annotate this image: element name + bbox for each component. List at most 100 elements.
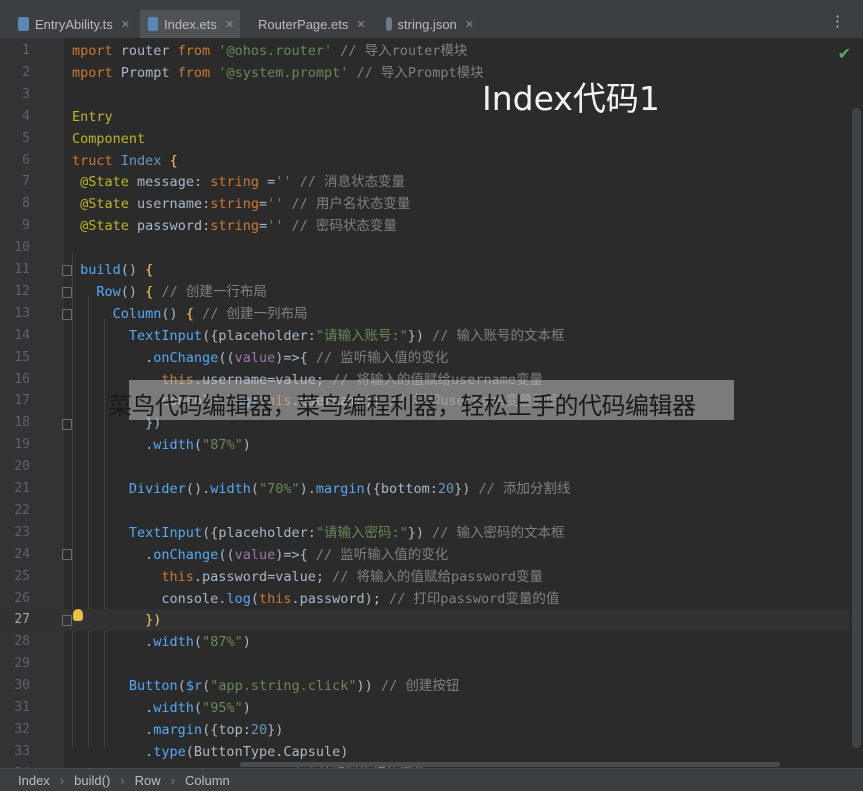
editor-tab-bar: EntryAbility.ts ✕ Index.ets ✕ RouterPage…	[0, 0, 863, 40]
code-text: .onChange((value)=>{ // 监听输入值的变化	[72, 546, 449, 563]
lightbulb-icon[interactable]	[73, 609, 83, 621]
overlay-caption: 菜鸟代码编辑器，菜鸟编程利器，轻松上手的代码编辑器	[108, 392, 696, 420]
code-line[interactable]: 13 Column() { // 创建一列布局	[0, 303, 863, 325]
code-text: Component	[72, 130, 146, 147]
code-text: .onChange((value)=>{ // 监听输入值的变化	[72, 349, 449, 366]
chevron-right-icon: ›	[120, 772, 125, 788]
tab-entryability[interactable]: EntryAbility.ts ✕	[10, 10, 136, 38]
fold-marker-icon[interactable]	[62, 615, 72, 626]
breadcrumb-item[interactable]: Column	[185, 773, 230, 788]
code-line[interactable]: 26 console.log(this.password); // 打印pass…	[0, 588, 863, 610]
breadcrumb-item[interactable]: build()	[74, 773, 110, 788]
line-number: 21	[14, 481, 30, 496]
code-line[interactable]: 11 build() {	[0, 259, 863, 281]
code-text: TextInput({placeholder:"请输入密码:"}) // 输入密…	[128, 524, 565, 541]
code-text: @State password:string='' // 密码状态变量	[80, 218, 397, 235]
code-line[interactable]: 12 Row() { // 创建一行布局	[0, 281, 863, 303]
line-number: 26	[14, 590, 30, 606]
line-number: 2	[22, 64, 30, 80]
code-line[interactable]: 21 Divider().width("70%").margin({bottom…	[0, 478, 863, 500]
fold-marker-icon[interactable]	[62, 419, 72, 430]
line-number: 1	[22, 43, 30, 58]
line-number: 14	[14, 327, 30, 343]
code-line[interactable]: 1 mport router from '@ohos.router' // 导入r…	[0, 40, 863, 62]
code-text: Entry	[72, 108, 113, 125]
code-line[interactable]: 19 .width("87%")	[0, 434, 863, 456]
close-icon[interactable]: ✕	[225, 18, 234, 31]
line-number: 19	[14, 437, 30, 453]
code-text: mport router from '@ohos.router' // 导入ro…	[72, 43, 468, 59]
line-number: 9	[22, 218, 30, 234]
fold-marker-icon[interactable]	[62, 549, 72, 560]
tab-string-json[interactable]: string.json ✕	[378, 10, 480, 38]
code-line[interactable]: 14 TextInput({placeholder:"请输入账号:"}) // …	[0, 325, 863, 347]
line-number: 30	[14, 678, 30, 694]
line-number: 16	[14, 371, 30, 387]
chevron-right-icon: ›	[170, 772, 175, 788]
code-line[interactable]: 28 .width("87%")	[0, 631, 863, 653]
code-line[interactable]: 7 @State message: string ='' // 消息状态变量	[0, 171, 863, 193]
code-line[interactable]: 30 Button($r("app.string.click")) // 创建按…	[0, 675, 863, 697]
code-text: Button($r("app.string.click")) // 创建按钮	[128, 678, 460, 695]
fold-marker-icon[interactable]	[62, 265, 72, 276]
code-text: .width("87%")	[72, 437, 251, 454]
code-line[interactable]: 20	[0, 456, 863, 478]
line-number: 11	[14, 262, 30, 277]
tab-label: Index.ets	[164, 16, 217, 32]
line-number: 22	[14, 502, 30, 518]
code-line[interactable]: 15 .onChange((value)=>{ // 监听输入值的变化	[0, 347, 863, 369]
tab-label: RouterPage.ets	[258, 16, 349, 32]
tab-routerpage[interactable]: RouterPage.ets ✕	[244, 10, 368, 38]
breadcrumb-item[interactable]: Index	[18, 773, 50, 788]
fold-marker-icon[interactable]	[62, 287, 72, 298]
code-line[interactable]: 8 @State username:string='' // 用户名状态变量	[0, 193, 863, 215]
code-line[interactable]: 33 .type(ButtonType.Capsule)	[0, 741, 863, 763]
line-number: 24	[14, 546, 30, 562]
more-tabs-icon[interactable]: ⋮	[830, 12, 845, 30]
line-number: 13	[14, 305, 30, 321]
code-text: .type(ButtonType.Capsule)	[72, 743, 349, 760]
code-text: Column() { // 创建一列布局	[112, 305, 308, 322]
code-line[interactable]: 5 Component	[0, 128, 863, 150]
code-line[interactable]: 25 this.password=value; // 将输入的值赋给passwo…	[0, 566, 863, 588]
breadcrumb-item[interactable]: Row	[135, 773, 161, 788]
line-number: 28	[14, 634, 30, 650]
code-line[interactable]: 2 mport Prompt from '@system.prompt' // 导…	[0, 62, 863, 84]
breadcrumb: Index › build() › Row › Column	[0, 768, 863, 791]
code-line[interactable]: 31 .width("95%")	[0, 697, 863, 719]
json-file-icon	[386, 17, 392, 31]
code-line[interactable]: 3	[0, 84, 863, 106]
horizontal-scrollbar[interactable]	[240, 762, 780, 767]
code-text: console.log(this.password); // 打印passwor…	[72, 590, 560, 607]
fold-marker-icon[interactable]	[62, 309, 72, 320]
line-number: 18	[14, 415, 30, 431]
code-line[interactable]: 4 Entry	[0, 106, 863, 128]
code-text: .width("87%")	[72, 634, 251, 651]
vertical-scrollbar[interactable]	[849, 38, 863, 768]
line-number: 23	[14, 524, 30, 540]
code-line[interactable]: 27 })	[0, 609, 863, 632]
code-line[interactable]: 23 TextInput({placeholder:"请输入密码:"}) // …	[0, 522, 863, 544]
code-line[interactable]: 22	[0, 500, 863, 522]
close-icon[interactable]: ✕	[465, 18, 474, 31]
line-number: 29	[14, 656, 30, 672]
code-line[interactable]: 29	[0, 653, 863, 675]
scrollbar-thumb[interactable]	[852, 108, 861, 748]
line-number: 31	[14, 700, 30, 715]
code-text: Row() { // 创建一行布局	[96, 283, 267, 300]
code-line[interactable]: 24 .onChange((value)=>{ // 监听输入值的变化	[0, 544, 863, 566]
line-number: 15	[14, 349, 30, 365]
close-icon[interactable]: ✕	[356, 18, 365, 31]
tab-index[interactable]: Index.ets ✕	[140, 10, 240, 40]
typescript-file-icon	[18, 17, 29, 31]
code-line[interactable]: 10	[0, 237, 863, 259]
code-text: mport Prompt from '@system.prompt' // 导入…	[72, 64, 484, 81]
code-line[interactable]: 9 @State password:string='' // 密码状态变量	[0, 215, 863, 237]
line-number: 10	[14, 240, 30, 256]
line-number: 5	[22, 130, 30, 146]
code-line[interactable]: 32 .margin({top:20})	[0, 719, 863, 741]
code-line[interactable]: 6 truct Index {	[0, 150, 863, 172]
line-number: 12	[14, 283, 30, 299]
line-number: 3	[22, 86, 30, 102]
close-icon[interactable]: ✕	[121, 18, 130, 31]
